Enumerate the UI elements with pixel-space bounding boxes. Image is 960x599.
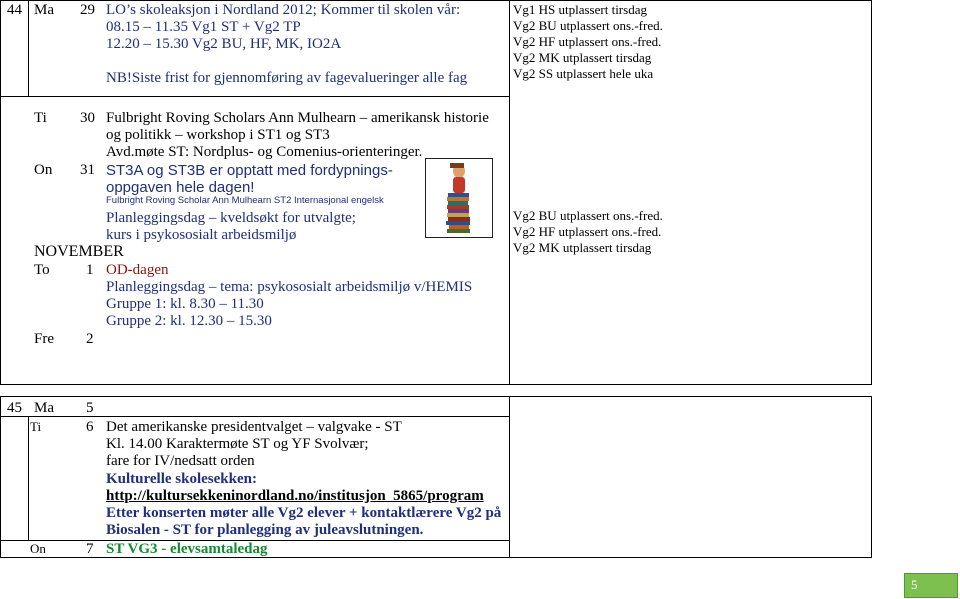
placement-note: Vg1 HS utplassert tirsdag [513,2,647,17]
table-border [28,0,29,96]
date-label: 6 [86,419,94,435]
event-line: kurs i psykososialt arbeidsmiljø [106,227,297,243]
date-label: 1 [86,262,94,278]
event-line: Planleggingsdag – kveldsøkt for utvalgte… [106,210,356,226]
event-line: Avd.møte ST: Nordplus- og Comenius-orien… [106,144,423,160]
date-label: 7 [86,541,94,557]
date-label: 5 [86,400,94,416]
week-number: 45 [7,400,22,416]
event-line: Biosalen - ST for planlegging av juleavs… [106,522,424,538]
table-border [509,0,510,385]
culture-heading: Kulturelle skolesekken: [106,471,257,487]
event-line: 12.20 – 15.30 Vg2 BU, HF, MK, IO2A [106,36,342,52]
date-label: 30 [80,110,95,126]
table-border [0,384,872,385]
event-line: fare for IV/nedsatt orden [106,453,255,469]
program-link[interactable]: http://kultursekkeninordland.no/institus… [106,488,484,505]
event-line: Gruppe 1: kl. 8.30 – 11.30 [106,296,264,312]
placement-note: Vg2 SS utplassert hele uka [513,66,654,81]
book-stack-image [425,158,493,238]
event-line: 08.15 – 11.35 Vg1 ST + Vg2 TP [106,19,301,35]
placement-note: Vg2 MK utplassert tirsdag [513,50,652,65]
event-line: og politikk – workshop i ST1 og ST3 [106,127,330,143]
placement-note: Vg2 BU utplassert ons.-fred. [513,18,663,33]
placement-note: Vg2 MK utplassert tirsdag [513,240,652,255]
placement-note: Vg2 BU utplassert ons.-fred. [513,208,663,223]
event-line: Gruppe 2: kl. 12.30 – 15.30 [106,313,272,329]
day-label: On [30,541,46,556]
highlight-line: oppgaven hele dagen! [106,179,255,196]
table-border [509,396,510,558]
table-border [0,416,509,417]
table-border [28,416,29,541]
placement-note: Vg2 HF utplassert ons.-fred. [513,224,662,239]
table-border [0,96,509,97]
event-line: Det amerikanske presidentvalget – valgva… [106,419,402,435]
table-border [871,0,872,385]
event-title: ST VG3 - elevsamtaledag [106,541,268,557]
event-line: LO’s skoleaksjon i Nordland 2012; Kommer… [106,2,461,18]
table-border [0,396,1,558]
highlight-line: ST3A og ST3B er opptatt med fordypnings- [106,162,393,179]
event-line: Fulbright Roving Scholars Ann Mulhearn –… [106,110,489,126]
book-stack-icon [446,163,470,233]
event-title: OD-dagen [106,262,169,278]
day-label: Ti [34,110,47,126]
date-label: 2 [86,331,94,347]
event-line: Etter konserten møter alle Vg2 elever + … [106,505,502,521]
day-label: Ma [34,400,54,416]
table-border [0,396,872,397]
event-line: Planleggingsdag – tema: psykososialt arb… [106,279,473,295]
day-label: On [34,162,53,178]
day-label: Ti [30,419,42,434]
month-heading: NOVEMBER [34,243,124,260]
page-number-badge: 5 [904,573,958,598]
table-border [0,0,1,385]
placement-note: Vg2 HF utplassert ons.-fred. [513,34,662,49]
event-line: Kl. 14.00 Karaktermøte ST og YF Svolvær; [106,436,369,452]
date-label: 31 [80,162,95,178]
date-label: 29 [80,2,95,18]
deadline-note: NB!Siste frist for gjennomføring av fage… [106,70,468,86]
table-border [871,396,872,558]
day-label: To [34,262,50,278]
table-border [0,0,872,1]
week-number: 44 [7,2,22,18]
day-label: Ma [34,2,54,18]
page-number: 5 [911,577,918,592]
day-label: Fre [34,331,54,347]
small-note: Fulbright Roving Scholar Ann Mulhearn ST… [106,195,384,206]
